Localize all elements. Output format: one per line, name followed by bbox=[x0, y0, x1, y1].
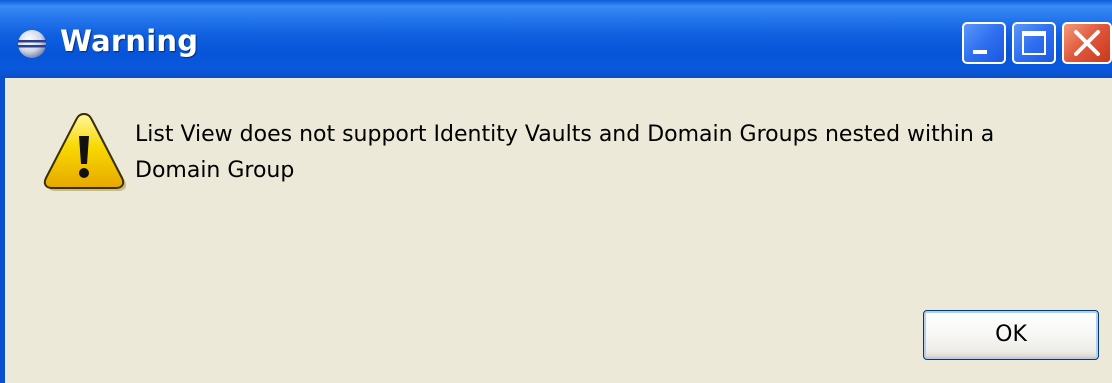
warning-dialog: Warning List View does not support Ident… bbox=[0, 0, 1112, 383]
minimize-button[interactable] bbox=[962, 22, 1006, 64]
window-left-border bbox=[0, 78, 5, 383]
ok-button[interactable]: OK bbox=[923, 310, 1099, 360]
maximize-button[interactable] bbox=[1012, 22, 1056, 64]
close-button[interactable] bbox=[1062, 22, 1112, 64]
window-title: Warning bbox=[60, 24, 199, 58]
close-icon bbox=[1074, 30, 1100, 56]
eclipse-icon bbox=[16, 28, 48, 60]
minimize-icon bbox=[973, 50, 987, 54]
title-bar[interactable]: Warning bbox=[0, 0, 1112, 78]
maximize-icon bbox=[1022, 31, 1046, 55]
warning-icon bbox=[42, 110, 127, 192]
warning-message: List View does not support Identity Vaul… bbox=[135, 122, 995, 183]
